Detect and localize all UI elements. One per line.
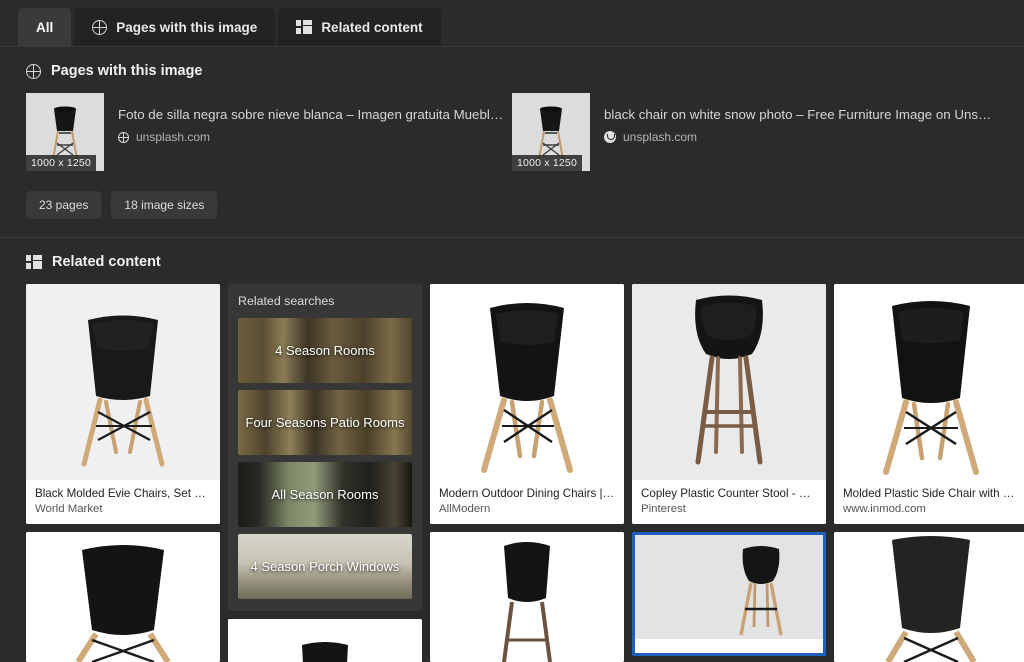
page-title[interactable]: Foto de silla negra sobre nieve blanca –… xyxy=(118,107,508,122)
tab-all-label: All xyxy=(36,20,53,35)
black-counter-stool-illustration xyxy=(430,532,624,662)
pages-count-chip[interactable]: 23 pages xyxy=(26,191,101,219)
pages-section-header: Pages with this image xyxy=(26,63,998,79)
related-section-header: Related content xyxy=(26,254,998,270)
related-content-grid: Black Molded Evie Chairs, Set of 2 | ...… xyxy=(0,284,1024,662)
image-dimensions-badge: 1000 x 1250 xyxy=(512,155,582,171)
black-counter-stool-illustration xyxy=(632,284,826,480)
card-source: www.inmod.com xyxy=(843,503,1019,515)
card-source: World Market xyxy=(35,503,211,515)
tab-related-content[interactable]: Related content xyxy=(278,8,440,46)
related-card[interactable]: Copley Plastic Counter Stool - Projec...… xyxy=(632,284,826,524)
black-side-chair-illustration xyxy=(834,284,1024,480)
page-result-item[interactable]: 1000 x 1250 black chair on white snow ph… xyxy=(512,93,998,171)
card-image[interactable] xyxy=(834,532,1024,662)
card-caption: Modern Outdoor Dining Chairs | AllM... A… xyxy=(430,480,624,524)
page-thumbnail[interactable]: 1000 x 1250 xyxy=(26,93,104,171)
tab-bar: All Pages with this image Related conten… xyxy=(0,0,1024,47)
related-search-item[interactable]: Four Seasons Patio Rooms xyxy=(238,390,412,455)
page-source-label: unsplash.com xyxy=(136,130,210,144)
related-search-item[interactable]: All Season Rooms xyxy=(238,462,412,527)
grid-column: Modern Outdoor Dining Chairs | AllM... A… xyxy=(430,284,624,662)
pages-section-title: Pages with this image xyxy=(51,63,203,79)
card-image[interactable] xyxy=(228,619,422,662)
related-card[interactable] xyxy=(26,532,220,662)
related-card[interactable]: Black Molded Evie Chairs, Set of 2 | ...… xyxy=(26,284,220,524)
related-content-section: Related content xyxy=(0,238,1024,270)
globe-icon xyxy=(26,64,41,79)
card-title: Modern Outdoor Dining Chairs | AllM... xyxy=(439,487,615,500)
card-image[interactable] xyxy=(26,284,220,480)
black-chair-wood-legs-illustration xyxy=(26,532,220,662)
image-sizes-chip[interactable]: 18 image sizes xyxy=(111,191,217,219)
page-source: unsplash.com xyxy=(118,130,508,144)
related-search-label: 4 Season Rooms xyxy=(269,343,381,358)
page-source: unsplash.com xyxy=(604,130,994,144)
card-image[interactable] xyxy=(632,284,826,480)
grid-column: Black Molded Evie Chairs, Set of 2 | ...… xyxy=(26,284,220,662)
related-card[interactable] xyxy=(430,532,624,662)
card-image[interactable] xyxy=(430,532,624,662)
page-thumbnail[interactable]: 1000 x 1250 xyxy=(512,93,590,171)
related-search-label: All Season Rooms xyxy=(266,487,385,502)
tab-pages-label: Pages with this image xyxy=(116,20,257,35)
related-card[interactable] xyxy=(834,532,1024,662)
tab-pages-with-this-image[interactable]: Pages with this image xyxy=(74,8,275,46)
grid-column: Molded Plastic Side Chair with Wood... w… xyxy=(834,284,1024,662)
unsplash-icon xyxy=(604,131,616,143)
image-dimensions-badge: 1000 x 1250 xyxy=(26,155,96,171)
related-section-title: Related content xyxy=(52,254,161,270)
pages-with-this-image-section: Pages with this image 1000 x 1250 xyxy=(0,47,1024,219)
grid-column: Related searches 4 Season Rooms Four Sea… xyxy=(228,284,422,662)
tab-all[interactable]: All xyxy=(18,8,71,46)
card-title: Copley Plastic Counter Stool - Projec... xyxy=(641,487,817,500)
related-search-label: Four Seasons Patio Rooms xyxy=(240,415,411,430)
related-searches-panel: Related searches 4 Season Rooms Four Sea… xyxy=(228,284,422,611)
black-chair-dark-illustration xyxy=(228,619,422,662)
card-title: Molded Plastic Side Chair with Wood... xyxy=(843,487,1019,500)
page-meta: black chair on white snow photo – Free F… xyxy=(604,93,994,144)
page-meta: Foto de silla negra sobre nieve blanca –… xyxy=(118,93,508,144)
black-counter-stool-illustration xyxy=(635,535,823,639)
card-caption: Copley Plastic Counter Stool - Projec...… xyxy=(632,480,826,524)
card-caption: Black Molded Evie Chairs, Set of 2 | ...… xyxy=(26,480,220,524)
page-title[interactable]: black chair on white snow photo – Free F… xyxy=(604,107,994,122)
black-molded-chair-illustration xyxy=(26,284,220,480)
related-search-label: 4 Season Porch Windows xyxy=(245,559,406,574)
layout-icon xyxy=(296,20,312,34)
page-source-label: unsplash.com xyxy=(623,130,697,144)
black-side-chair-illustration xyxy=(834,532,1024,662)
globe-icon xyxy=(92,20,107,35)
black-chair-wood-legs-illustration xyxy=(430,284,624,480)
card-image[interactable] xyxy=(635,535,823,639)
layout-icon xyxy=(26,255,42,269)
card-image[interactable] xyxy=(834,284,1024,480)
card-source: AllModern xyxy=(439,503,615,515)
tab-related-label: Related content xyxy=(321,20,422,35)
card-caption xyxy=(635,639,823,653)
related-card[interactable] xyxy=(228,619,422,662)
related-card[interactable]: Modern Outdoor Dining Chairs | AllM... A… xyxy=(430,284,624,524)
globe-icon xyxy=(118,132,129,143)
related-search-item[interactable]: 4 Season Porch Windows xyxy=(238,534,412,599)
card-caption: Molded Plastic Side Chair with Wood... w… xyxy=(834,480,1024,524)
page-result-item[interactable]: 1000 x 1250 Foto de silla negra sobre ni… xyxy=(26,93,512,171)
card-source: Pinterest xyxy=(641,503,817,515)
related-search-item[interactable]: 4 Season Rooms xyxy=(238,318,412,383)
related-searches-title: Related searches xyxy=(238,294,412,308)
related-card[interactable]: Molded Plastic Side Chair with Wood... w… xyxy=(834,284,1024,524)
grid-column: Copley Plastic Counter Stool - Projec...… xyxy=(632,284,826,656)
card-title: Black Molded Evie Chairs, Set of 2 | ... xyxy=(35,487,211,500)
filter-chips: 23 pages 18 image sizes xyxy=(26,191,998,219)
card-image[interactable] xyxy=(430,284,624,480)
card-image[interactable] xyxy=(26,532,220,662)
pages-list: 1000 x 1250 Foto de silla negra sobre ni… xyxy=(26,93,998,171)
related-card-highlighted[interactable] xyxy=(632,532,826,656)
